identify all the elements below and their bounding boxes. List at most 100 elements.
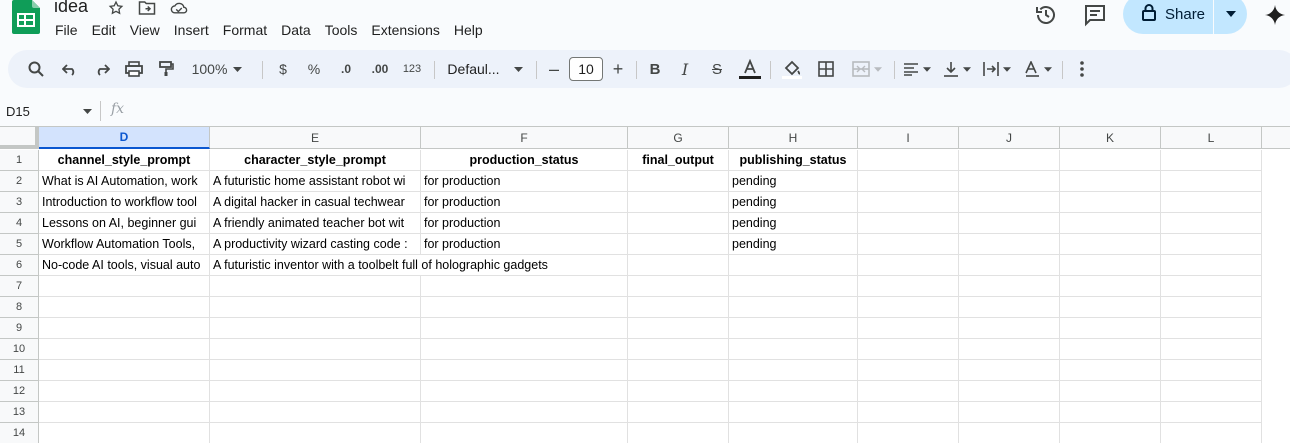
share-button[interactable]: Share [1123, 0, 1247, 34]
star-icon[interactable] [107, 0, 125, 16]
search-menus-icon[interactable] [22, 50, 50, 88]
cell-k13[interactable] [1060, 402, 1161, 423]
comments-icon[interactable] [1075, 0, 1115, 30]
cell-g14[interactable] [628, 423, 729, 443]
cell-i5[interactable] [858, 234, 959, 255]
row-header-10[interactable]: 10 [0, 339, 39, 360]
cell-l7[interactable] [1161, 276, 1262, 297]
cell-j4[interactable] [959, 213, 1060, 234]
cell-g2[interactable] [628, 171, 729, 192]
cell-f13[interactable] [421, 402, 628, 423]
cell-i7[interactable] [858, 276, 959, 297]
cell-k10[interactable] [1060, 339, 1161, 360]
menu-data[interactable]: Data [274, 20, 318, 42]
cell-g8[interactable] [628, 297, 729, 318]
cell-e13[interactable] [210, 402, 421, 423]
cell-f1[interactable]: production_status [421, 150, 628, 171]
fill-color-icon[interactable] [778, 50, 806, 88]
cell-f3[interactable]: for production [421, 192, 628, 213]
cell-l3[interactable] [1161, 192, 1262, 213]
row-header-9[interactable]: 9 [0, 318, 39, 339]
cell-h5[interactable]: pending [729, 234, 858, 255]
cell-e2[interactable]: A futuristic home assistant robot wi [210, 171, 421, 192]
cell-g6[interactable] [628, 255, 729, 276]
row-header-5[interactable]: 5 [0, 234, 39, 255]
currency-format-button[interactable]: $ [270, 50, 296, 88]
cell-h4[interactable]: pending [729, 213, 858, 234]
name-box[interactable]: D15 [6, 100, 96, 122]
sheets-logo-icon[interactable] [12, 0, 40, 34]
cell-l11[interactable] [1161, 360, 1262, 381]
more-formats-button[interactable]: 123 [398, 50, 426, 88]
increase-font-size-icon[interactable]: + [608, 50, 628, 88]
row-header-3[interactable]: 3 [0, 192, 39, 213]
column-header-i[interactable]: I [858, 127, 959, 149]
cell-f12[interactable] [421, 381, 628, 402]
cell-e12[interactable] [210, 381, 421, 402]
redo-icon[interactable] [88, 50, 116, 88]
cell-j13[interactable] [959, 402, 1060, 423]
column-header-g[interactable]: G [628, 127, 729, 149]
cell-g12[interactable] [628, 381, 729, 402]
cell-i9[interactable] [858, 318, 959, 339]
row-header-13[interactable]: 13 [0, 402, 39, 423]
cell-i12[interactable] [858, 381, 959, 402]
vertical-align-icon[interactable] [940, 50, 974, 88]
row-header-1[interactable]: 1 [0, 150, 39, 171]
cell-k2[interactable] [1060, 171, 1161, 192]
cell-k5[interactable] [1060, 234, 1161, 255]
column-header-h[interactable]: H [729, 127, 858, 149]
cell-e7[interactable] [210, 276, 421, 297]
cell-j14[interactable] [959, 423, 1060, 443]
cell-d10[interactable] [39, 339, 210, 360]
cell-i3[interactable] [858, 192, 959, 213]
cell-l13[interactable] [1161, 402, 1262, 423]
column-header-d[interactable]: D [39, 127, 210, 149]
cell-e8[interactable] [210, 297, 421, 318]
menu-insert[interactable]: Insert [167, 20, 216, 42]
cell-j10[interactable] [959, 339, 1060, 360]
text-wrapping-icon[interactable] [980, 50, 1014, 88]
column-header-e[interactable]: E [210, 127, 421, 149]
cell-l4[interactable] [1161, 213, 1262, 234]
cell-j11[interactable] [959, 360, 1060, 381]
cell-g9[interactable] [628, 318, 729, 339]
cell-i10[interactable] [858, 339, 959, 360]
cell-f9[interactable] [421, 318, 628, 339]
cloud-status-icon[interactable] [170, 0, 188, 16]
cell-d9[interactable] [39, 318, 210, 339]
share-dropdown-icon[interactable] [1214, 11, 1247, 17]
cell-j7[interactable] [959, 276, 1060, 297]
cell-g5[interactable] [628, 234, 729, 255]
increase-decimal-button[interactable]: .00 [364, 50, 396, 88]
cell-j1[interactable] [959, 150, 1060, 171]
row-header-7[interactable]: 7 [0, 276, 39, 297]
cell-j9[interactable] [959, 318, 1060, 339]
cell-d4[interactable]: Lessons on AI, beginner gui [39, 213, 210, 234]
borders-icon[interactable] [812, 50, 840, 88]
cell-e10[interactable] [210, 339, 421, 360]
cell-d2[interactable]: What is AI Automation, work [39, 171, 210, 192]
cell-l8[interactable] [1161, 297, 1262, 318]
cell-i1[interactable] [858, 150, 959, 171]
cell-g1[interactable]: final_output [628, 150, 729, 171]
text-color-icon[interactable] [736, 50, 764, 88]
cell-f5[interactable]: for production [421, 234, 628, 255]
menu-extensions[interactable]: Extensions [364, 20, 446, 42]
cell-i11[interactable] [858, 360, 959, 381]
menu-help[interactable]: Help [447, 20, 490, 42]
cell-f10[interactable] [421, 339, 628, 360]
cell-k4[interactable] [1060, 213, 1161, 234]
column-header-j[interactable]: J [959, 127, 1060, 149]
row-header-12[interactable]: 12 [0, 381, 39, 402]
cell-i8[interactable] [858, 297, 959, 318]
cell-h13[interactable] [729, 402, 858, 423]
font-select[interactable]: Defaul... [444, 50, 526, 88]
menu-edit[interactable]: Edit [85, 20, 123, 42]
cell-i13[interactable] [858, 402, 959, 423]
cell-d3[interactable]: Introduction to workflow tool [39, 192, 210, 213]
cell-h8[interactable] [729, 297, 858, 318]
strikethrough-icon[interactable]: S [704, 50, 730, 88]
cell-k8[interactable] [1060, 297, 1161, 318]
cell-k7[interactable] [1060, 276, 1161, 297]
